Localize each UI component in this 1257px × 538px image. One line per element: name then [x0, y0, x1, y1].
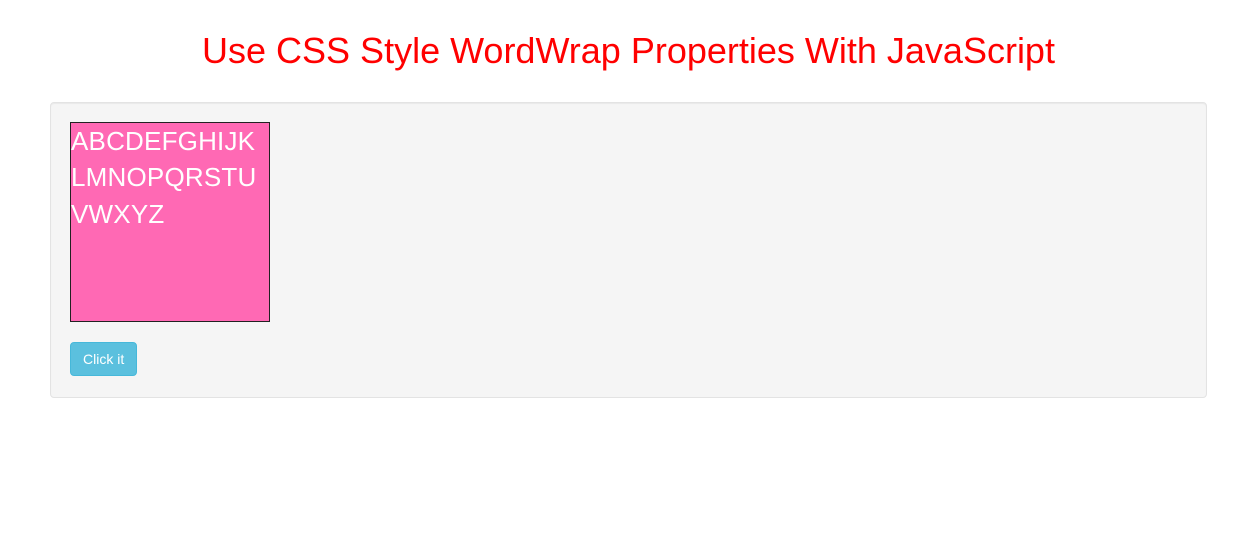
click-it-button[interactable]: Click it	[70, 342, 137, 376]
page-container: Use CSS Style WordWrap Properties With J…	[0, 0, 1257, 438]
demo-panel: ABCDEFGHIJKLMNOPQRSTUVWXYZ Click it	[50, 102, 1207, 398]
wordwrap-box: ABCDEFGHIJKLMNOPQRSTUVWXYZ	[70, 122, 270, 322]
page-title: Use CSS Style WordWrap Properties With J…	[50, 30, 1207, 72]
